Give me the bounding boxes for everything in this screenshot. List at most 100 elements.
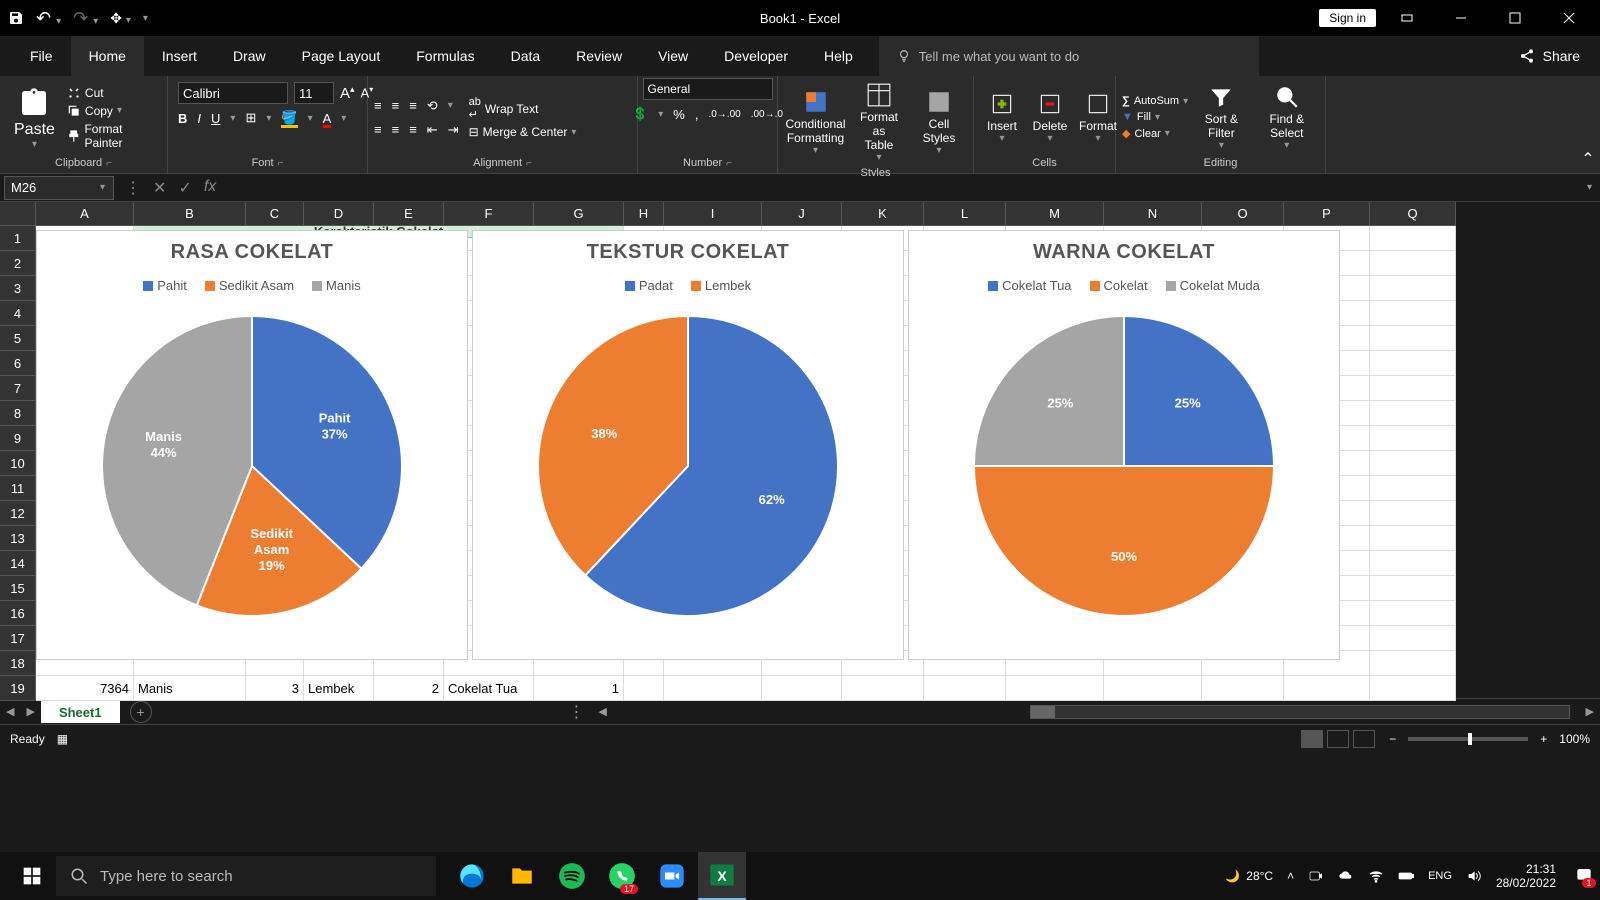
row-header-3[interactable]: 3 [0, 276, 36, 301]
clock[interactable]: 21:31 28/02/2022 [1496, 862, 1562, 891]
cell-styles-button[interactable]: Cell Styles▾ [911, 85, 967, 160]
cell[interactable] [1370, 601, 1456, 626]
zoom-in-button[interactable]: + [1540, 732, 1547, 746]
sheet-tab[interactable]: Sheet1 [41, 700, 120, 723]
tab-next-icon[interactable]: ▶ [20, 705, 40, 718]
delete-cells-button[interactable]: Delete▾ [1028, 87, 1072, 148]
copy-button[interactable]: Copy ▾ [67, 104, 161, 118]
cell[interactable]: Manis [134, 676, 246, 701]
align-right-icon[interactable]: ≡ [409, 122, 417, 137]
align-center-icon[interactable]: ≡ [392, 122, 400, 137]
insert-cells-button[interactable]: Insert▾ [980, 87, 1024, 148]
row-header-19[interactable]: 19 [0, 676, 36, 701]
col-header-P[interactable]: P [1284, 202, 1370, 226]
whatsapp-icon[interactable]: 17 [598, 852, 646, 900]
cell[interactable] [1370, 501, 1456, 526]
start-button[interactable] [8, 852, 56, 900]
col-header-N[interactable]: N [1104, 202, 1202, 226]
menu-draw[interactable]: Draw [215, 36, 284, 76]
notifications-button[interactable]: 1 [1576, 867, 1592, 886]
fx-icon[interactable]: fx [204, 178, 216, 198]
select-all-corner[interactable] [0, 202, 36, 226]
increase-font-icon[interactable]: A▴ [340, 84, 355, 102]
col-header-G[interactable]: G [534, 202, 624, 226]
cell[interactable] [1370, 576, 1456, 601]
undo-icon[interactable]: ↶ ▾ [36, 8, 61, 29]
tab-options-icon[interactable]: ⋮ [568, 702, 592, 722]
row-header-2[interactable]: 2 [0, 251, 36, 276]
menu-insert[interactable]: Insert [144, 36, 215, 76]
horizontal-scrollbar[interactable] [1030, 705, 1570, 719]
cut-button[interactable]: Cut [67, 86, 161, 100]
volume-icon[interactable] [1466, 868, 1482, 884]
col-header-H[interactable]: H [624, 202, 664, 226]
zoom-slider[interactable] [1408, 737, 1528, 741]
excel-icon[interactable]: X [698, 852, 746, 900]
align-bottom-icon[interactable]: ≡ [409, 98, 417, 113]
page-break-view-button[interactable] [1353, 730, 1375, 748]
orientation-icon[interactable]: ⟲ [427, 98, 438, 114]
cell[interactable] [924, 676, 1006, 701]
hscroll-left-icon[interactable]: ◀ [592, 705, 612, 718]
row-header-15[interactable]: 15 [0, 576, 36, 601]
align-left-icon[interactable]: ≡ [374, 122, 382, 137]
language-indicator[interactable]: ENG [1428, 870, 1452, 882]
fill-color-button[interactable]: 🪣 [281, 110, 297, 126]
cell[interactable] [1370, 376, 1456, 401]
taskbar-search[interactable]: Type here to search [56, 856, 436, 896]
cell[interactable]: Lembek [304, 676, 374, 701]
menu-formulas[interactable]: Formulas [398, 36, 492, 76]
row-header-5[interactable]: 5 [0, 326, 36, 351]
formula-input[interactable] [226, 176, 1579, 200]
col-header-F[interactable]: F [444, 202, 534, 226]
menu-help[interactable]: Help [806, 36, 871, 76]
percent-icon[interactable]: % [673, 107, 685, 122]
wrap-text-button[interactable]: ab↵ Wrap Text [469, 96, 577, 121]
collapse-ribbon-button[interactable]: ⌃ [1576, 76, 1600, 173]
cell[interactable] [1006, 676, 1104, 701]
tellme-search[interactable]: Tell me what you want to do [879, 36, 1259, 76]
fill-button[interactable]: ▼ Fill ▾ [1122, 111, 1188, 123]
weather-widget[interactable]: 🌙28°C [1225, 869, 1273, 883]
cell[interactable] [1104, 676, 1202, 701]
align-top-icon[interactable]: ≡ [374, 98, 382, 113]
cell[interactable] [1370, 276, 1456, 301]
row-header-4[interactable]: 4 [0, 301, 36, 326]
clear-button[interactable]: ◆ Clear ▾ [1122, 127, 1188, 140]
cell[interactable]: 1 [534, 676, 624, 701]
save-icon[interactable] [8, 10, 24, 26]
row-header-12[interactable]: 12 [0, 501, 36, 526]
row-header-1[interactable]: 1 [0, 226, 36, 251]
zoom-icon[interactable] [648, 852, 696, 900]
menu-page-layout[interactable]: Page Layout [284, 36, 399, 76]
cell[interactable] [1370, 401, 1456, 426]
row-header-6[interactable]: 6 [0, 351, 36, 376]
increase-decimal-icon[interactable]: .0→.00 [708, 109, 740, 120]
bold-button[interactable]: B [178, 111, 187, 126]
comma-icon[interactable]: , [695, 107, 699, 122]
row-header-18[interactable]: 18 [0, 651, 36, 676]
redo-icon[interactable]: ↷ ▾ [73, 8, 98, 29]
col-header-I[interactable]: I [664, 202, 762, 226]
chart-rasa-cokelat[interactable]: RASA COKELATPahitSedikit AsamManisPahit3… [36, 230, 468, 660]
col-header-K[interactable]: K [842, 202, 924, 226]
col-header-L[interactable]: L [924, 202, 1006, 226]
underline-button[interactable]: U [211, 111, 220, 126]
col-header-A[interactable]: A [36, 202, 134, 226]
col-header-J[interactable]: J [762, 202, 842, 226]
row-header-7[interactable]: 7 [0, 376, 36, 401]
sort-filter-button[interactable]: Sort & Filter▾ [1192, 80, 1251, 155]
row-header-8[interactable]: 8 [0, 401, 36, 426]
col-header-C[interactable]: C [246, 202, 304, 226]
row-header-10[interactable]: 10 [0, 451, 36, 476]
battery-icon[interactable] [1398, 868, 1414, 884]
cell[interactable] [1370, 326, 1456, 351]
tray-expand-icon[interactable]: ˄ [1287, 869, 1294, 883]
col-header-M[interactable]: M [1006, 202, 1104, 226]
cell[interactable]: Cokelat Tua [444, 676, 534, 701]
cell[interactable] [1370, 676, 1456, 701]
col-header-E[interactable]: E [374, 202, 444, 226]
formula-options-icon[interactable]: ⋮ [125, 178, 141, 198]
chart-warna-cokelat[interactable]: WARNA COKELATCokelat TuaCokelatCokelat M… [908, 230, 1340, 660]
format-painter-button[interactable]: Format Painter [67, 122, 161, 150]
